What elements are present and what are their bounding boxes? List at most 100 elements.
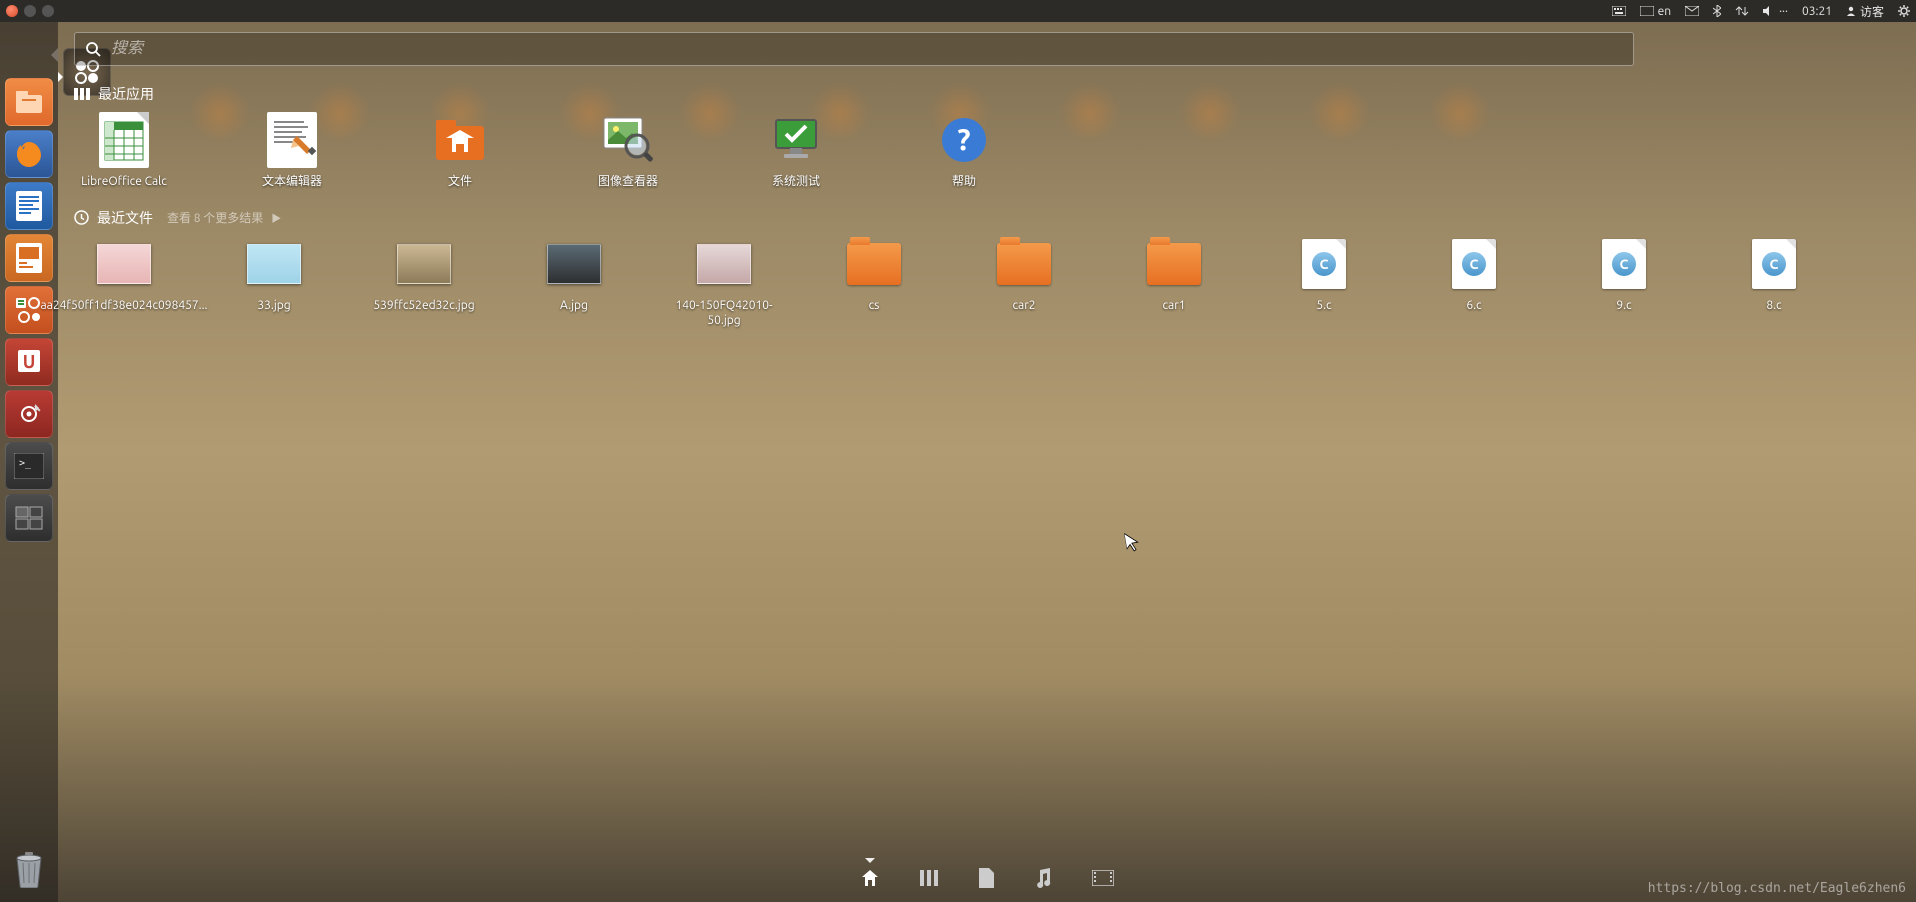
user-label: 访客	[1860, 3, 1884, 20]
file-label: car1	[1162, 298, 1185, 314]
file-label: aa24f50ff1df38e024c098457...	[41, 298, 208, 314]
file-item[interactable]: C 6.c	[1424, 240, 1524, 329]
svg-text:U: U	[23, 352, 36, 372]
clock[interactable]: 03:21	[1802, 5, 1832, 18]
app-item[interactable]: 文件	[410, 116, 510, 190]
file-label: car2	[1012, 298, 1035, 314]
file-item[interactable]: A.jpg	[524, 240, 624, 329]
folder-icon	[1147, 243, 1201, 285]
bluetooth-indicator[interactable]	[1713, 5, 1721, 17]
svg-text:?: ?	[957, 122, 970, 156]
svg-text:>_: >_	[19, 458, 32, 469]
file-item[interactable]: car1	[1124, 240, 1224, 329]
search-bar[interactable]	[74, 32, 1634, 66]
maximize-button[interactable]	[42, 5, 54, 17]
app-item[interactable]: 文本编辑器	[242, 116, 342, 190]
close-button[interactable]	[6, 5, 18, 17]
app-label: 文件	[448, 174, 472, 190]
file-item[interactable]: 539ffc52ed32c.jpg	[374, 240, 474, 329]
app-label: 图像查看器	[598, 174, 658, 190]
file-label: 5.c	[1316, 298, 1331, 314]
c-file-icon: C	[1452, 239, 1496, 289]
network-indicator[interactable]	[1735, 5, 1749, 17]
lens-home[interactable]	[860, 868, 880, 892]
recent-apps-title: 最近应用	[98, 84, 154, 104]
recent-files-title: 最近文件	[97, 208, 153, 228]
launcher-terminal[interactable]: >_	[5, 442, 53, 490]
app-item[interactable]: ? 帮助	[914, 116, 1014, 190]
app-item[interactable]: 系统测试	[746, 116, 846, 190]
menubar: en ··· 03:21 访客	[0, 0, 1916, 22]
app-label: 文本编辑器	[262, 174, 322, 190]
launcher-settings[interactable]	[5, 390, 53, 438]
file-label: A.jpg	[560, 298, 588, 314]
help-icon: ?	[937, 116, 991, 164]
folder-icon	[997, 243, 1051, 285]
file-label: 539ffc52ed32c.jpg	[373, 298, 474, 314]
file-label: 8.c	[1766, 298, 1781, 314]
launcher-ubuntu-software[interactable]: U	[5, 338, 53, 386]
chevron-right-icon: ▶	[271, 210, 281, 225]
recent-files-section: 最近文件 查看 8 个更多结果 ▶ aa24f50ff1df38e024c098…	[58, 190, 1916, 329]
launcher-files[interactable]	[5, 78, 53, 126]
window-controls	[6, 5, 54, 17]
apps-icon	[74, 87, 90, 101]
launcher-impress[interactable]	[5, 234, 53, 282]
folder-icon	[847, 243, 901, 285]
file-item[interactable]: 33.jpg	[224, 240, 324, 329]
file-label: cs	[869, 298, 880, 314]
launcher: U >_	[0, 22, 58, 902]
more-results-hint[interactable]: 查看 8 个更多结果	[167, 209, 263, 226]
image-thumbnail	[97, 244, 151, 284]
user-indicator[interactable]: 访客	[1846, 3, 1884, 20]
lens-music[interactable]	[1034, 868, 1052, 892]
file-label: 6.c	[1466, 298, 1481, 314]
image-thumbnail	[697, 244, 751, 284]
recent-apps-section: 最近应用 LibreOffice Calc 文本编辑器 文件 图像查看器 系统测试? 帮助	[58, 66, 1916, 190]
file-label: 140-150FQ42010-50.jpg	[674, 298, 774, 329]
file-item[interactable]: C 5.c	[1274, 240, 1374, 329]
file-item[interactable]: 140-150FQ42010-50.jpg	[674, 240, 774, 329]
lens-files[interactable]	[978, 868, 994, 892]
calc-icon	[97, 116, 151, 164]
sound-indicator[interactable]: ···	[1763, 5, 1788, 18]
file-label: 33.jpg	[257, 298, 290, 314]
system-indicator[interactable]	[1898, 5, 1910, 17]
dash-pointer	[51, 48, 58, 62]
keyboard-layout-label: en	[1658, 5, 1671, 18]
dash: 最近应用 LibreOffice Calc 文本编辑器 文件 图像查看器 系统测试? 帮助…	[58, 22, 1916, 902]
app-label: 系统测试	[772, 174, 820, 190]
lens-applications[interactable]	[920, 869, 938, 891]
file-item[interactable]: C 9.c	[1574, 240, 1674, 329]
keyboard-indicator[interactable]	[1612, 6, 1626, 16]
c-file-icon: C	[1602, 239, 1646, 289]
gedit-icon	[265, 116, 319, 164]
files-icon	[433, 116, 487, 164]
file-label: 9.c	[1616, 298, 1631, 314]
file-item[interactable]: C 8.c	[1724, 240, 1824, 329]
image-thumbnail	[397, 244, 451, 284]
image-thumbnail	[247, 244, 301, 284]
file-item[interactable]: aa24f50ff1df38e024c098457...	[74, 240, 174, 329]
keyboard-layout-indicator[interactable]: en	[1640, 5, 1671, 18]
mail-indicator[interactable]	[1685, 6, 1699, 16]
app-item[interactable]: LibreOffice Calc	[74, 116, 174, 190]
lens-bar	[58, 858, 1916, 902]
launcher-firefox[interactable]	[5, 130, 53, 178]
image-thumbnail	[547, 244, 601, 284]
app-label: 帮助	[952, 174, 976, 190]
launcher-writer[interactable]	[5, 182, 53, 230]
minimize-button[interactable]	[24, 5, 36, 17]
launcher-workspace[interactable]	[5, 494, 53, 542]
system-test-icon	[769, 116, 823, 164]
clock-icon	[74, 210, 89, 225]
file-item[interactable]: cs	[824, 240, 924, 329]
c-file-icon: C	[1302, 239, 1346, 289]
file-item[interactable]: car2	[974, 240, 1074, 329]
launcher-trash[interactable]	[5, 844, 53, 892]
lens-video[interactable]	[1092, 870, 1114, 890]
c-file-icon: C	[1752, 239, 1796, 289]
search-input[interactable]	[111, 40, 1623, 58]
app-label: LibreOffice Calc	[81, 174, 167, 190]
app-item[interactable]: 图像查看器	[578, 116, 678, 190]
